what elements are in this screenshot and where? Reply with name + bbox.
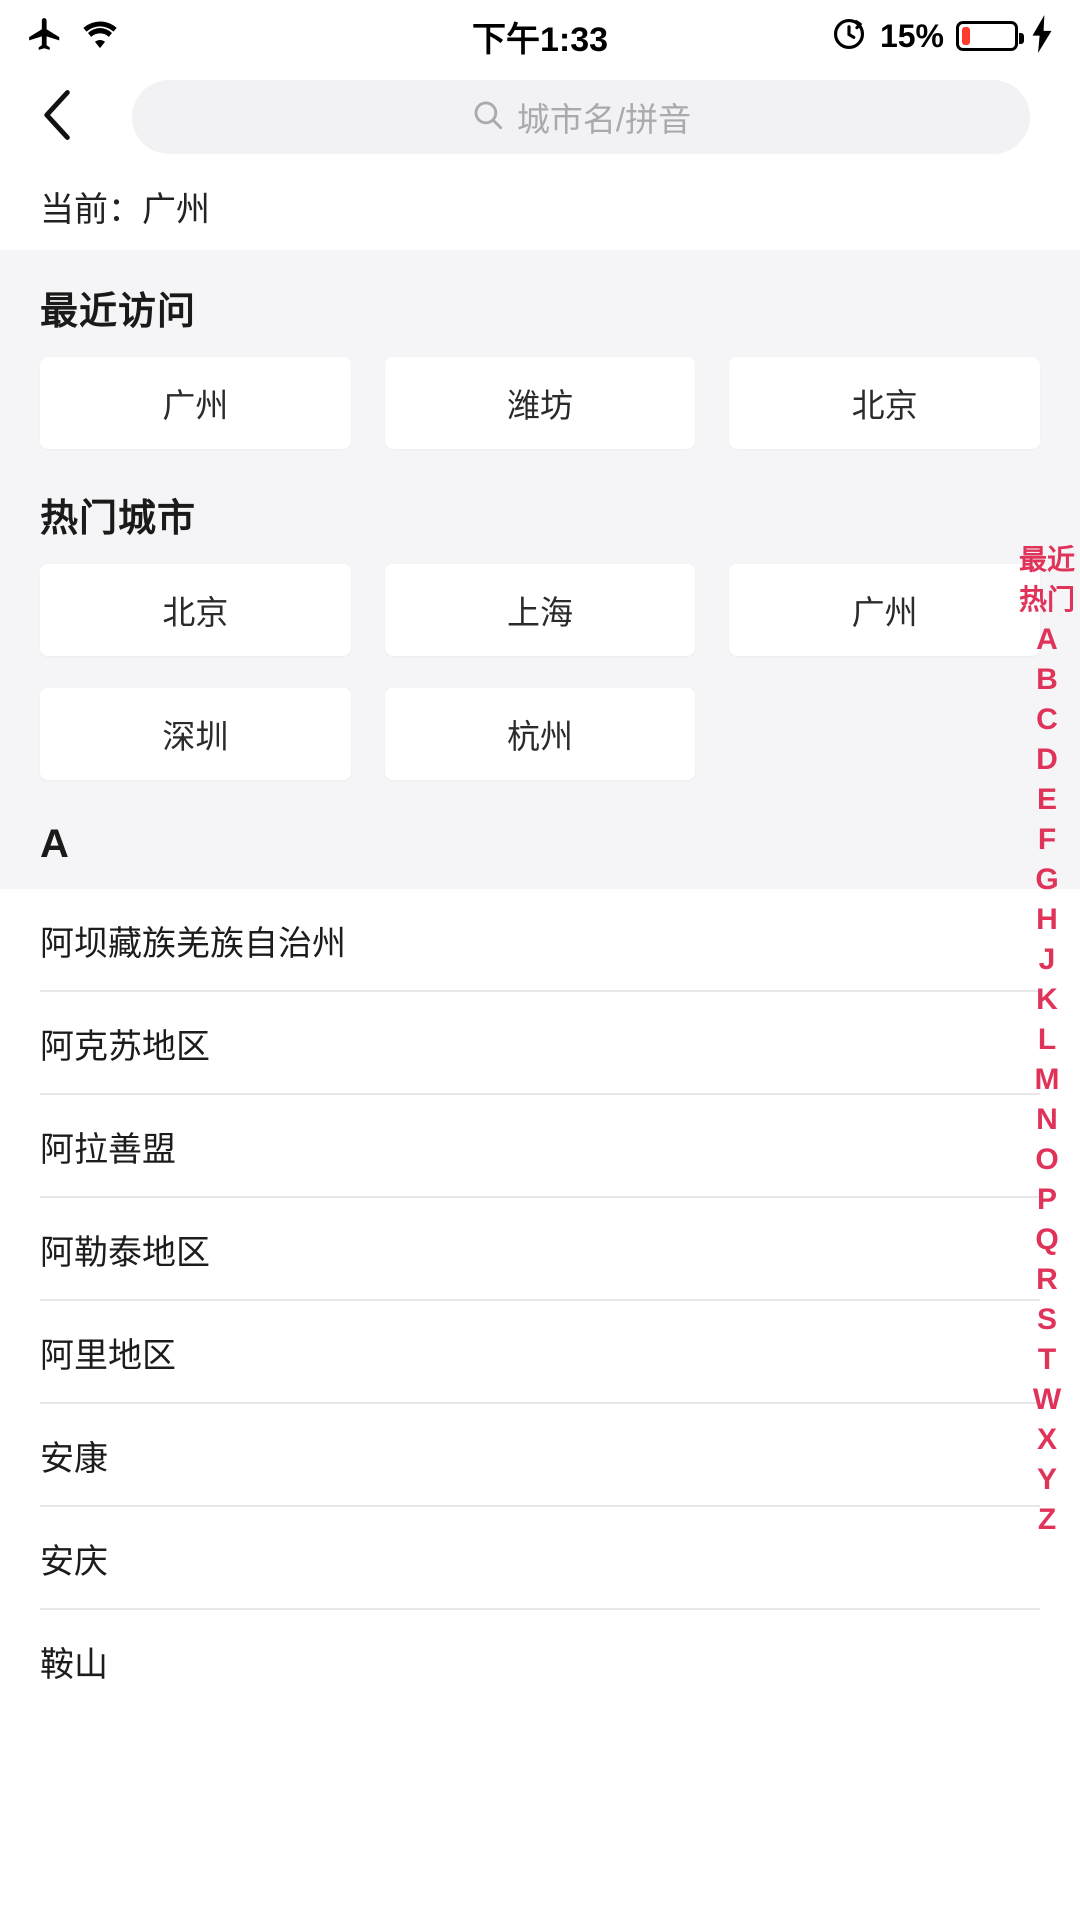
recent-city-grid: 广州 潍坊 北京 [0,357,1080,457]
index-rail-item[interactable]: F [1014,820,1080,860]
status-bar-right: 15% [830,14,1054,58]
index-rail-item[interactable]: S [1014,1300,1080,1340]
chip-placeholder [729,688,1040,780]
status-bar: 下午1:33 15% [0,0,1080,72]
battery-icon [956,21,1024,51]
hot-city-chip[interactable]: 深圳 [40,688,351,780]
index-rail-item[interactable]: X [1014,1420,1080,1460]
wifi-icon [80,17,120,56]
search-placeholder: 城市名/拼音 [516,101,692,138]
chevron-left-icon [34,85,82,150]
hot-city-chip[interactable]: 上海 [384,564,696,656]
section-header-a: A [0,794,1080,889]
search-icon [471,98,505,137]
search-input[interactable]: 城市名/拼音 [132,80,1030,154]
current-city-row[interactable]: 当前：广州 [0,162,1080,250]
city-list-item[interactable]: 阿里地区 [0,1301,1080,1404]
city-list-item[interactable]: 阿克苏地区 [0,992,1080,1095]
battery-percent-label: 15% [879,17,944,54]
index-rail-item[interactable]: Z [1014,1500,1080,1540]
hot-city-grid: 北京 上海 广州深圳 杭州 [0,564,1080,788]
search-header: 城市名/拼音 [0,72,1080,162]
index-rail-item[interactable]: P [1014,1180,1080,1220]
status-bar-left [26,15,120,58]
city-picker-screen: 下午1:33 15% 城市名/拼音 当前：广州 最近访问 广州 潍坊 北京 热门… [0,0,1080,1920]
city-list-item[interactable]: 阿勒泰地区 [0,1198,1080,1301]
index-rail-item[interactable]: C [1014,700,1080,740]
index-rail-item[interactable]: J [1014,940,1080,980]
city-list-item[interactable]: 安庆 [0,1507,1080,1610]
index-rail-item[interactable]: R [1014,1260,1080,1300]
city-list-item[interactable]: 安康 [0,1404,1080,1507]
index-rail-item[interactable]: 最近 [1014,540,1080,580]
alphabet-index-rail[interactable]: 最近 热门 A B C D E F G H J K L M N O P Q R S T W X Y Z [1014,540,1080,1540]
recent-city-chip[interactable]: 潍坊 [384,357,696,449]
city-list: 阿坝藏族羌族自治州 阿克苏地区 阿拉善盟 阿勒泰地区 阿里地区 安康 安庆 鞍山 [0,889,1080,1713]
recent-city-chip[interactable]: 北京 [729,357,1040,449]
index-rail-item[interactable]: N [1014,1100,1080,1140]
back-button[interactable] [34,86,96,148]
index-rail-item[interactable]: T [1014,1340,1080,1380]
airplane-mode-icon [26,15,64,58]
hot-city-chip[interactable]: 杭州 [384,688,696,780]
index-rail-item[interactable]: A [1014,620,1080,660]
index-rail-item[interactable]: K [1014,980,1080,1020]
index-rail-item[interactable]: E [1014,780,1080,820]
index-rail-item[interactable]: M [1014,1060,1080,1100]
current-city-text: 当前：广州 [40,190,210,229]
index-rail-item[interactable]: W [1014,1380,1080,1420]
index-rail-item[interactable]: H [1014,900,1080,940]
rotation-lock-icon [830,15,868,58]
index-rail-item[interactable]: Q [1014,1220,1080,1260]
quick-select-panel: 最近访问 广州 潍坊 北京 热门城市 北京 上海 广州 深圳 杭州 [0,250,1080,794]
recent-section-title: 最近访问 [40,291,197,333]
hot-city-chip[interactable]: 广州 [729,564,1040,656]
city-list-item[interactable]: 鞍山 [0,1610,1080,1713]
city-list-item[interactable]: 阿坝藏族羌族自治州 [0,889,1080,992]
index-rail-item[interactable]: O [1014,1140,1080,1180]
recent-city-chip[interactable]: 广州 [40,357,351,449]
index-rail-item[interactable]: D [1014,740,1080,780]
city-list-item[interactable]: 阿拉善盟 [0,1095,1080,1198]
index-rail-item[interactable]: B [1014,660,1080,700]
hot-city-chip[interactable]: 北京 [40,564,351,656]
index-rail-item[interactable]: 热门 [1014,580,1080,620]
index-rail-item[interactable]: G [1014,860,1080,900]
index-rail-item[interactable]: L [1014,1020,1080,1060]
lightning-bolt-icon [1030,14,1054,58]
hot-section-title: 热门城市 [40,498,197,540]
index-rail-item[interactable]: Y [1014,1460,1080,1500]
